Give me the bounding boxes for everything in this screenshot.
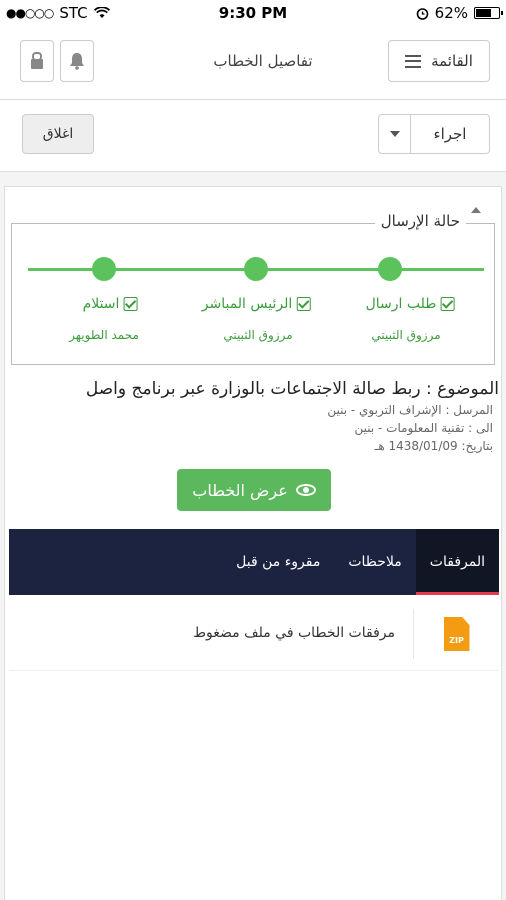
step-person-manager: مرزوق الثبيتي — [223, 328, 293, 342]
battery-percent: 62% — [434, 4, 468, 22]
user-lock-icon — [31, 52, 43, 69]
letter-sender: المرسل : الإشراف التربوي - بنين — [327, 403, 493, 417]
eye-icon — [295, 484, 316, 496]
logout-button[interactable] — [20, 40, 54, 82]
attachment-row[interactable]: ZIP مرفقات الخطاب في ملف مضغوط — [9, 595, 499, 671]
status-bar-right: 62% — [416, 4, 503, 22]
bell-icon — [70, 53, 84, 70]
action-select-value: اجراء — [433, 125, 467, 143]
step-person-request: مرزوق الثبيتي — [371, 328, 441, 342]
alarm-clock-icon — [416, 7, 428, 20]
step-label-request: طلب ارسال — [366, 296, 455, 312]
step-label-text: استلام — [82, 296, 120, 312]
zip-file-icon: ZIP — [443, 617, 470, 651]
step-node-receive — [92, 257, 116, 281]
step-label-text: الرئيس المباشر — [201, 296, 293, 312]
letter-subject: الموضوع : ربط صالة الاجتماعات بالوزارة ع… — [85, 379, 499, 399]
notifications-button[interactable] — [60, 40, 94, 82]
step-label-manager: الرئيس المباشر — [202, 296, 311, 312]
checkbox-checked-icon — [123, 297, 138, 311]
battery-icon — [474, 7, 503, 19]
letter-recipient: الى : تقنية المعلومات - بنين — [354, 421, 493, 435]
view-letter-button[interactable]: عرض الخطاب — [177, 469, 331, 511]
letter-date: بتاريخ: 1438/01/09 هـ — [374, 439, 493, 453]
tab-read-by[interactable]: مقروء من قبل — [222, 529, 334, 595]
send-status-legend: حالة الإرسال — [374, 212, 466, 230]
attachment-icon-cell: ZIP — [413, 609, 499, 659]
letter-tabs: المرفقات ملاحظات مقروء من قبل — [9, 529, 500, 595]
view-letter-label: عرض الخطاب — [192, 480, 288, 500]
action-select-toggle[interactable] — [379, 115, 411, 153]
attachment-label[interactable]: مرفقات الخطاب في ملف مضغوط — [193, 625, 395, 641]
tab-attachments[interactable]: المرفقات — [415, 529, 500, 595]
status-bar: ●●○○○ STC 9:30 PM 62% — [0, 0, 506, 26]
action-toolbar: اجراء اغلاق — [0, 100, 506, 172]
close-button[interactable]: اغلاق — [22, 114, 94, 154]
checkbox-checked-icon — [440, 297, 455, 311]
app-header: القائمة تفاصيل الخطاب — [0, 26, 506, 100]
collapse-caret-icon[interactable] — [471, 207, 481, 213]
step-node-manager — [244, 257, 268, 281]
step-label-text: طلب ارسال — [365, 296, 437, 312]
checkbox-checked-icon — [296, 297, 311, 311]
action-select[interactable]: اجراء — [378, 114, 490, 154]
send-status-box: حالة الإرسال طلب ارسال الرئيس المباشر اس… — [11, 212, 495, 365]
zip-icon-text: ZIP — [449, 636, 464, 645]
letter-card: حالة الإرسال طلب ارسال الرئيس المباشر اس… — [4, 186, 502, 900]
battery-fill — [476, 9, 491, 17]
tab-notes[interactable]: ملاحظات — [334, 529, 415, 595]
step-label-receive: استلام — [83, 296, 138, 312]
step-person-receive: محمد الطويهر — [69, 328, 139, 342]
step-node-request — [378, 257, 402, 281]
caret-down-icon — [389, 131, 400, 137]
